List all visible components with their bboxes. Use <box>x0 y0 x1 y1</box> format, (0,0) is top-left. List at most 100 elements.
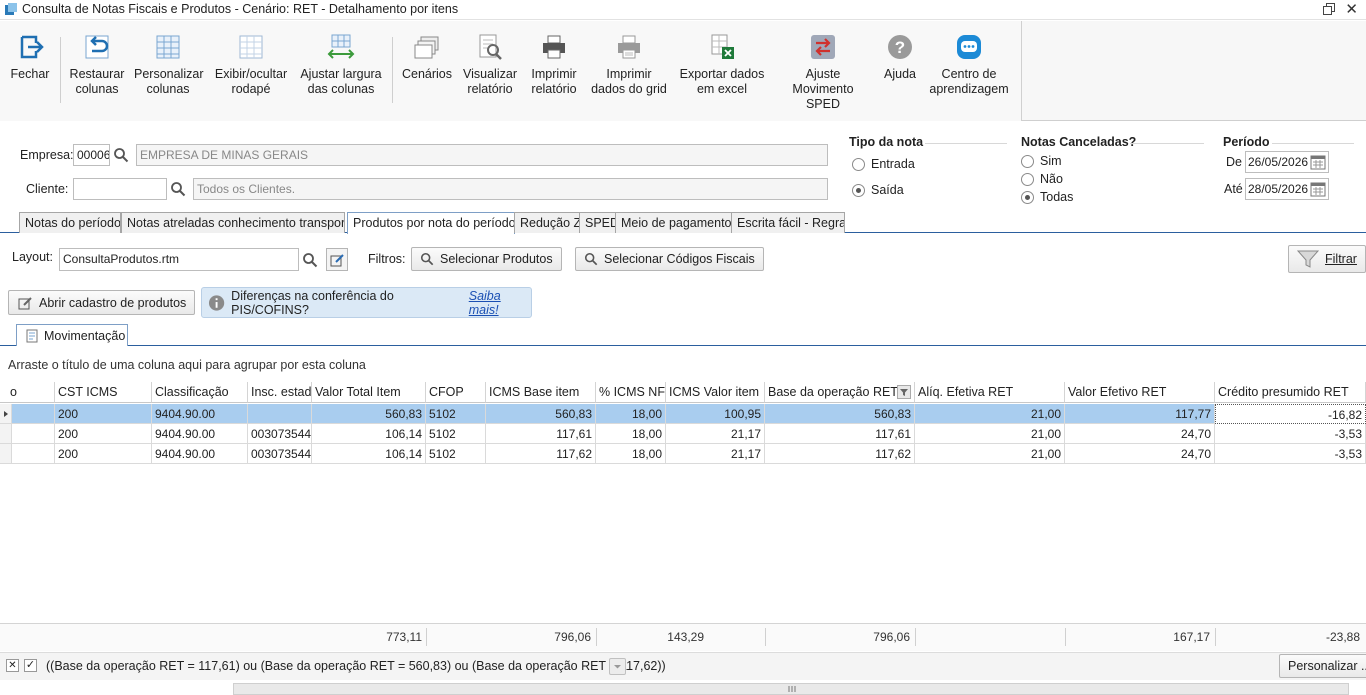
calendar-icon[interactable] <box>1309 153 1327 171</box>
col-header-credito-presumido-ret[interactable]: Crédito presumido RET <box>1215 382 1366 403</box>
tab-escrita-facil[interactable]: Escrita fácil - Regras <box>731 212 845 233</box>
personalizar-colunas-button[interactable]: Personalizar colunas <box>134 29 204 113</box>
radio-circle <box>1021 154 1034 168</box>
radio-saida[interactable]: Saída <box>852 183 904 197</box>
fechar-button[interactable]: Fechar <box>6 29 54 113</box>
excel-export-icon <box>711 34 734 59</box>
ajuda-button[interactable]: ? Ajuda <box>878 29 922 113</box>
calendar-icon[interactable] <box>1309 180 1327 198</box>
layout-label: Layout: <box>12 250 54 264</box>
layout-input[interactable]: ConsultaProdutos.rtm <box>59 248 299 271</box>
col-header-base-operacao-ret[interactable]: Base da operação RET <box>765 382 915 403</box>
radio-todas-label: Todas <box>1040 190 1074 204</box>
de-label: De <box>1226 155 1242 169</box>
filtrar-button[interactable]: Filtrar <box>1288 245 1366 273</box>
radio-entrada-label: Entrada <box>871 157 915 171</box>
cell-icms-valor-item: 100,95 <box>666 404 765 424</box>
cliente-code-input[interactable] <box>73 178 167 200</box>
imprimir-relatorio-button[interactable]: Imprimir relatório <box>526 29 582 113</box>
imprimir-grid-button[interactable]: Imprimir dados do grid <box>590 29 668 113</box>
row-indicator[interactable] <box>0 424 12 444</box>
layout-edit-button[interactable] <box>326 248 348 271</box>
filter-expression[interactable]: ((Base da operação RET = 117,61) ou (Bas… <box>46 659 666 673</box>
subtab-strip <box>0 324 1366 346</box>
exportar-excel-button[interactable]: Exportar dados em excel <box>676 29 768 113</box>
tab-movimentacao[interactable]: Movimentação <box>16 324 128 346</box>
empresa-search-button[interactable] <box>110 144 132 166</box>
clear-filter-icon[interactable]: ✕ <box>6 659 19 672</box>
filter-history-dropdown[interactable] <box>609 658 626 675</box>
search-icon <box>171 182 186 197</box>
sped-adjust-icon <box>811 35 835 59</box>
tab-reducao-z[interactable]: Redução Z <box>514 212 580 233</box>
visualizar-label: Visualizar relatório <box>463 67 517 96</box>
radio-todas[interactable]: Todas <box>1021 190 1073 204</box>
radio-entrada[interactable]: Entrada <box>852 157 915 171</box>
tab-notas-atreladas[interactable]: Notas atreladas conhecimento transport <box>121 212 345 233</box>
group-divider <box>1272 143 1354 144</box>
total-base-operacao-ret: 796,06 <box>873 630 910 644</box>
edit-icon <box>18 296 32 309</box>
selecionar-produtos-button[interactable]: Selecionar Produtos <box>411 247 562 271</box>
col-header-icms-base-item[interactable]: ICMS Base item <box>486 382 596 403</box>
col-header-valor-total-item[interactable]: Valor Total Item <box>312 382 426 403</box>
tab-meio-pagamento[interactable]: Meio de pagamento <box>615 212 732 233</box>
cell-credito-presumido-ret[interactable]: -16,82 <box>1215 404 1366 424</box>
exibir-rodape-button[interactable]: Exibir/ocultar rodapé <box>212 29 290 113</box>
cliente-search-button[interactable] <box>167 178 189 200</box>
tab-notas-periodo[interactable]: Notas do período <box>19 212 121 233</box>
printer-icon <box>543 35 565 59</box>
cell-icms-base-item: 560,83 <box>486 404 596 424</box>
col-header-pct-icms-nf[interactable]: % ICMS NF <box>596 382 666 403</box>
cell-valor-efetivo-ret: 24,70 <box>1065 424 1215 444</box>
personalizar-label: Personalizar colunas <box>134 67 204 96</box>
row-indicator[interactable] <box>0 444 12 464</box>
ajustar-largura-button[interactable]: Ajustar largura das colunas <box>298 29 384 113</box>
ajuste-sped-button[interactable]: Ajuste Movimento SPED <box>774 29 872 113</box>
col-header-cst-icms[interactable]: CST ICMS <box>55 382 152 403</box>
col-header-icms-valor-item[interactable]: ICMS Valor item <box>666 382 765 403</box>
cell-valor-efetivo-ret: 117,77 <box>1065 404 1215 424</box>
filter-active-icon[interactable] <box>897 385 911 399</box>
table-row[interactable]: 200 9404.90.00 0030735440 106,14 5102 11… <box>0 444 1366 464</box>
radio-nao[interactable]: Não <box>1021 172 1063 186</box>
tab-produtos-por-nota[interactable]: Produtos por nota do período <box>347 212 515 234</box>
col-header-classificacao[interactable]: Classificação <box>152 382 248 403</box>
personalizar-filter-button[interactable]: Personalizar ... <box>1279 654 1366 678</box>
col-header-tipo[interactable]: o <box>0 382 55 403</box>
app-icon <box>5 3 17 15</box>
radio-circle-selected <box>1021 190 1034 204</box>
selecionar-codigos-button[interactable]: Selecionar Códigos Fiscais <box>575 247 764 271</box>
centro-aprendizagem-button[interactable]: Centro de aprendizagem <box>928 29 1010 113</box>
radio-sim[interactable]: Sim <box>1021 154 1062 168</box>
table-row[interactable]: 200 9404.90.00 0030735440 106,14 5102 11… <box>0 424 1366 444</box>
horizontal-scrollbar[interactable] <box>233 683 1349 695</box>
cenarios-button[interactable]: Cenários <box>400 29 454 113</box>
layout-search-button[interactable] <box>299 248 321 271</box>
tipo-nota-title: Tipo da nota <box>849 135 924 149</box>
restaurar-colunas-button[interactable]: Restaurar colunas <box>66 29 128 113</box>
row-indicator[interactable] <box>0 404 12 424</box>
centro-label: Centro de aprendizagem <box>929 67 1009 96</box>
filter-enabled-checkbox[interactable]: ✓ <box>24 659 37 672</box>
col-header-valor-efetivo-ret[interactable]: Valor Efetivo RET <box>1065 382 1215 403</box>
info-icon <box>208 294 225 311</box>
visualizar-relatorio-button[interactable]: Visualizar relatório <box>460 29 520 113</box>
close-icon[interactable]: ✕ <box>1345 0 1358 18</box>
restaurar-label: Restaurar colunas <box>69 67 125 96</box>
col-header-cfop[interactable]: CFOP <box>426 382 486 403</box>
abrir-cadastro-button[interactable]: Abrir cadastro de produtos <box>8 290 196 315</box>
table-row[interactable]: 200 9404.90.00 560,83 5102 560,83 18,00 … <box>0 404 1366 424</box>
chat-icon <box>957 35 981 59</box>
col-header-base-operacao-ret-label: Base da operação RET <box>768 385 898 399</box>
restore-icon[interactable] <box>1322 2 1336 16</box>
total-icms-base-item: 796,06 <box>554 630 591 644</box>
tab-sped[interactable]: SPED <box>579 212 616 233</box>
col-header-insc-estadual[interactable]: Insc. estadu <box>248 382 312 403</box>
cell-pct-icms-nf: 18,00 <box>596 424 666 444</box>
saiba-mais-link[interactable]: Saiba mais! <box>469 289 531 317</box>
cell-pct-icms-nf: 18,00 <box>596 444 666 464</box>
imprimir-relatorio-label: Imprimir relatório <box>531 67 577 96</box>
empresa-code-input[interactable]: 00006 <box>73 144 110 166</box>
col-header-aliq-efetiva-ret[interactable]: Alíq. Efetiva RET <box>915 382 1065 403</box>
